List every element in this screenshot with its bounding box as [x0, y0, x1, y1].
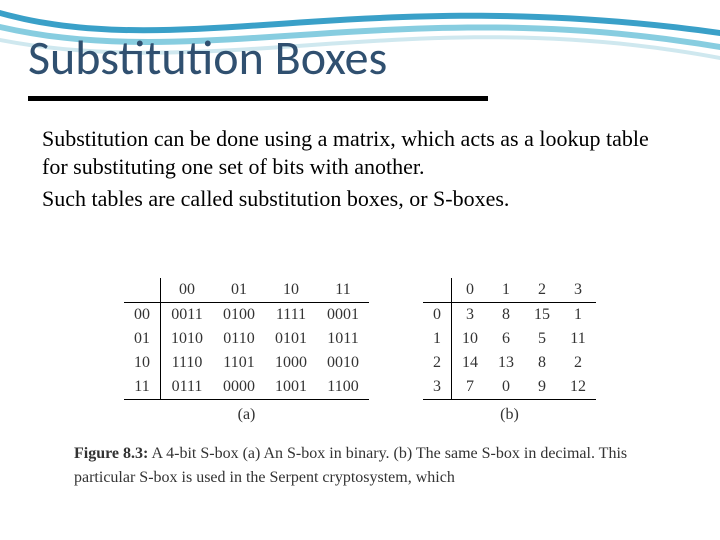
- sbox-table-binary: 00 01 10 11 00 0011010011110001 01 10100…: [124, 278, 369, 424]
- sbox-table-decimal: 0 1 2 3 0 38151 1 106511 2 141382: [423, 278, 596, 424]
- page-title: Substitution Boxes: [28, 28, 387, 87]
- figure-caption: Figure 8.3: A 4-bit S-box (a) An S-box i…: [70, 442, 650, 490]
- table-a-label: (a): [124, 406, 369, 424]
- figure-caption-text: A 4-bit S-box (a) An S-box in binary. (b…: [74, 445, 627, 486]
- figure: 00 01 10 11 00 0011010011110001 01 10100…: [70, 278, 650, 490]
- body-text: Substitution can be done using a matrix,…: [42, 125, 678, 217]
- table-b-label: (b): [423, 406, 596, 424]
- paragraph-2: Such tables are called substitution boxe…: [42, 185, 678, 213]
- title-rule: [28, 96, 488, 101]
- figure-number: Figure 8.3:: [74, 445, 148, 462]
- paragraph-1: Substitution can be done using a matrix,…: [42, 125, 678, 181]
